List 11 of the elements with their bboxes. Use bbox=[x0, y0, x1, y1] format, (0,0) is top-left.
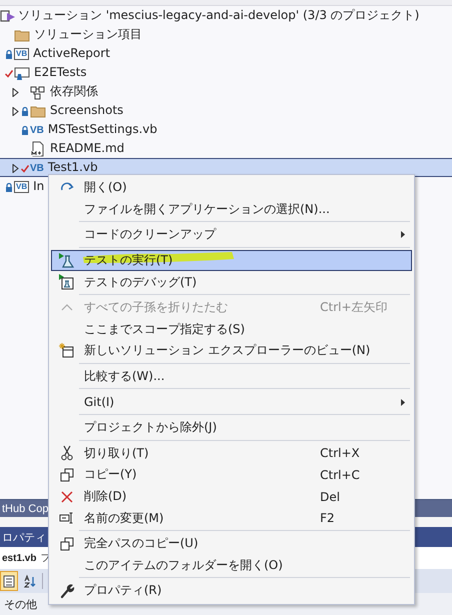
shortcut-text: Ctrl+左矢印 bbox=[320, 299, 388, 316]
project-icon: VB bbox=[14, 48, 30, 60]
solution-title: ソリューション 'mescius-legacy-and-ai-develop' (3/3 のプロジェクト) bbox=[18, 8, 420, 22]
shortcut-text: F2 bbox=[320, 511, 336, 526]
shortcut-text: Ctrl+C bbox=[320, 468, 361, 482]
file-type-label: VB bbox=[30, 124, 44, 136]
shortcut-text: Ctrl+X bbox=[320, 446, 361, 460]
shortcut-text: Del bbox=[320, 490, 341, 504]
object-name: est1.vb bbox=[2, 552, 36, 564]
project-icon: VB bbox=[14, 181, 30, 193]
file-type-label: VB bbox=[30, 162, 44, 174]
